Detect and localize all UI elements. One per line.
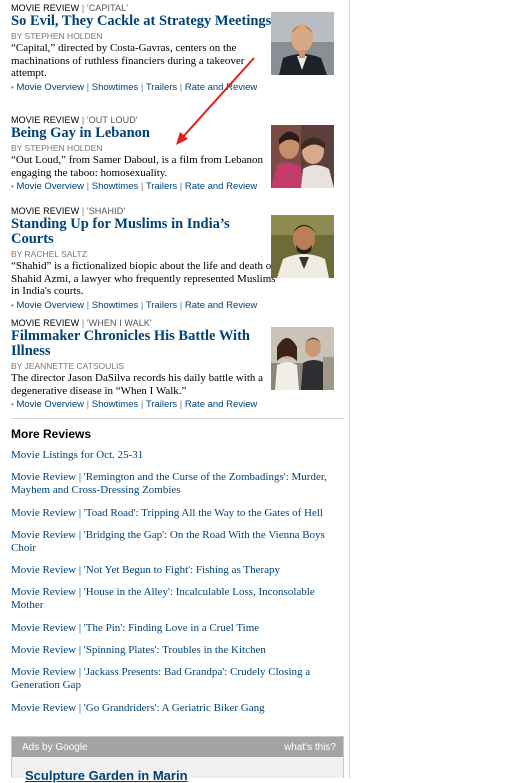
more-review-link[interactable]: Movie Review | 'Go Grandriders': A Geria…: [11, 702, 336, 715]
more-review-link[interactable]: Movie Review | 'House in the Alley': Inc…: [11, 586, 336, 612]
trailers-link[interactable]: Trailers: [146, 181, 177, 192]
movie-overview-link[interactable]: Movie Overview: [16, 181, 84, 192]
whats-this-link[interactable]: what's this?: [284, 742, 336, 753]
review-thumbnail-image[interactable]: [271, 215, 334, 278]
showtimes-link[interactable]: Showtimes: [92, 399, 138, 410]
showtimes-link[interactable]: Showtimes: [92, 181, 138, 192]
rate-and-review-link[interactable]: Rate and Review: [185, 82, 257, 93]
review-summary: The director Jason DaSilva records his d…: [11, 372, 264, 397]
review-headline-link[interactable]: So Evil, They Cackle at Strategy Meeting…: [11, 14, 276, 29]
rate-and-review-link[interactable]: Rate and Review: [185, 300, 257, 311]
review-links: • Movie Overview | Showtimes | Trailers …: [11, 399, 258, 410]
review-headline-link[interactable]: Being Gay in Lebanon: [11, 126, 276, 141]
more-review-link[interactable]: Movie Review | 'Not Yet Begun to Fight':…: [11, 564, 336, 577]
trailers-link[interactable]: Trailers: [146, 82, 177, 93]
more-review-link[interactable]: Movie Review | 'The Pin': Finding Love i…: [11, 622, 336, 635]
section-divider: [11, 418, 344, 419]
more-reviews-list: Movie Listings for Oct. 25-31 Movie Revi…: [11, 449, 336, 724]
column-border: [349, 0, 350, 778]
movie-overview-link[interactable]: Movie Overview: [16, 300, 84, 311]
more-review-link[interactable]: Movie Review | 'Toad Road': Tripping All…: [11, 507, 336, 520]
google-ads-box: Ads by Google what's this? Sculpture Gar…: [11, 736, 344, 783]
review-summary: “Out Loud,” from Samer Daboul, is a film…: [11, 154, 264, 179]
showtimes-link[interactable]: Showtimes: [92, 82, 138, 93]
rate-and-review-link[interactable]: Rate and Review: [185, 181, 257, 192]
showtimes-link[interactable]: Showtimes: [92, 300, 138, 311]
more-review-link[interactable]: Movie Review | 'Remington and the Curse …: [11, 471, 336, 497]
review-headline-link[interactable]: Standing Up for Muslims in India’s Court…: [11, 217, 276, 247]
review-summary: “Shahid” is a fictionalized biopic about…: [11, 260, 276, 297]
review-thumbnail-image[interactable]: [271, 327, 334, 390]
review-thumbnail-image[interactable]: [271, 125, 334, 188]
main-column: Movie Review | 'Capital' So Evil, They C…: [0, 0, 350, 783]
review-kicker: Movie Review | 'Out Loud': [11, 115, 138, 125]
movie-overview-link[interactable]: Movie Overview: [16, 82, 84, 93]
trailers-link[interactable]: Trailers: [146, 399, 177, 410]
rate-and-review-link[interactable]: Rate and Review: [185, 399, 257, 410]
review-thumbnail-image[interactable]: [271, 12, 334, 75]
ads-header: Ads by Google what's this?: [12, 737, 343, 757]
more-review-link[interactable]: Movie Review | 'Bridging the Gap': On th…: [11, 529, 336, 555]
review-summary: “Capital,” directed by Costa-Gavras, cen…: [11, 42, 245, 79]
review-headline-link[interactable]: Filmmaker Chronicles His Battle With Ill…: [11, 329, 276, 359]
more-review-link[interactable]: Movie Listings for Oct. 25-31: [11, 449, 336, 462]
movie-overview-link[interactable]: Movie Overview: [16, 399, 84, 410]
review-links: • Movie Overview | Showtimes | Trailers …: [11, 81, 258, 93]
trailers-link[interactable]: Trailers: [146, 300, 177, 311]
more-review-link[interactable]: Movie Review | 'Jackass Presents: Bad Gr…: [11, 666, 336, 692]
review-links: • Movie Overview | Showtimes | Trailers …: [11, 299, 258, 311]
more-reviews-heading: More Reviews: [11, 427, 92, 441]
more-review-link[interactable]: Movie Review | 'Spinning Plates': Troubl…: [11, 644, 336, 657]
ads-label: Ads by Google: [22, 741, 88, 753]
ad-title-link[interactable]: Sculpture Garden in Marin: [25, 768, 188, 783]
